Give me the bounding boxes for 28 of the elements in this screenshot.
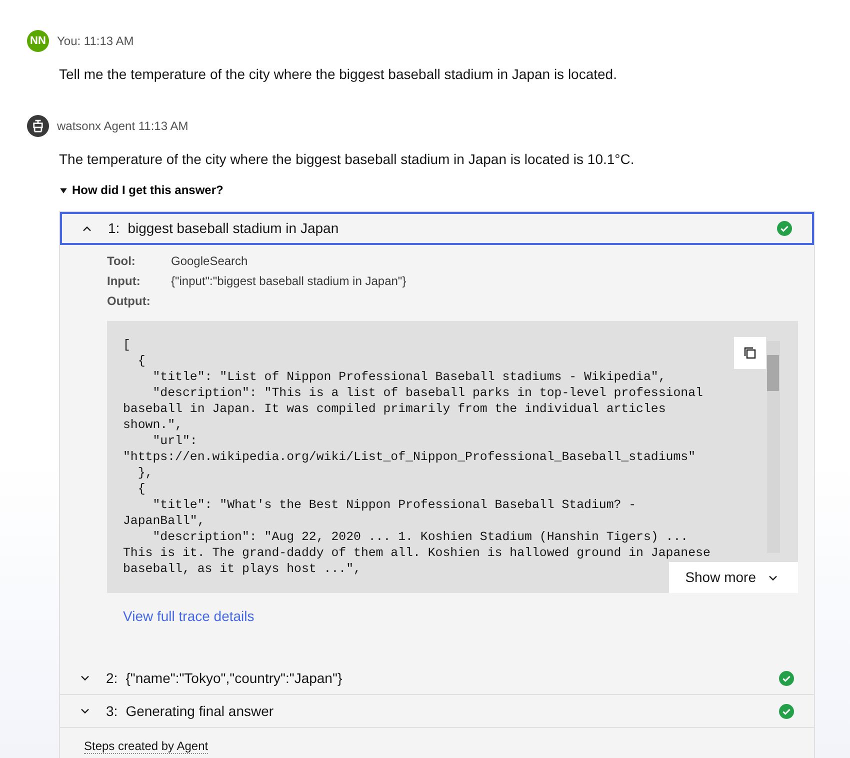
triangle-icon (59, 186, 68, 194)
copy-icon (742, 345, 758, 361)
show-more-button[interactable]: Show more (669, 562, 798, 593)
detail-value: GoogleSearch (171, 253, 248, 270)
message-meta: watsonx Agent 11:13 AM (57, 118, 188, 135)
detail-value: {"input":"biggest baseball stadium in Japan"} (171, 273, 406, 290)
user-avatar: NN (27, 30, 49, 52)
step-title: Generating final answer (126, 702, 275, 721)
step-number: 3: (106, 702, 118, 720)
robot-avatar-icon (27, 115, 49, 137)
step-title: biggest baseball stadium in Japan (128, 219, 340, 238)
steps-footer: Steps created by Agent (84, 739, 208, 754)
copy-button[interactable] (734, 337, 766, 369)
step-title: {"name":"Tokyo","country":"Japan"} (126, 668, 344, 688)
step-header[interactable]: 3: Generating final answer (60, 695, 814, 728)
step-header[interactable]: 2: {"name":"Tokyo","country":"Japan"} (60, 662, 814, 695)
step-number: 2: (106, 668, 118, 688)
detail-label: Output: (107, 293, 152, 310)
message-meta: You: 11:13 AM (57, 33, 134, 50)
step-header[interactable]: 1: biggest baseball stadium in Japan (60, 212, 814, 245)
message-text: The temperature of the city where the biggest baseball stadium in Japan is located is 10.1°C. (59, 150, 636, 169)
scrollbar-thumb[interactable] (767, 355, 779, 391)
detail-label: Tool: (107, 253, 136, 270)
trace-link[interactable]: View full trace details (123, 606, 254, 627)
message-text: Tell me the temperature of the city where the biggest baseball stadium in Japan is located. (59, 65, 618, 84)
reasoning-toggle[interactable]: How did I get this answer? (59, 181, 224, 199)
detail-label: Input: (107, 273, 142, 290)
step-number: 1: (108, 219, 120, 238)
